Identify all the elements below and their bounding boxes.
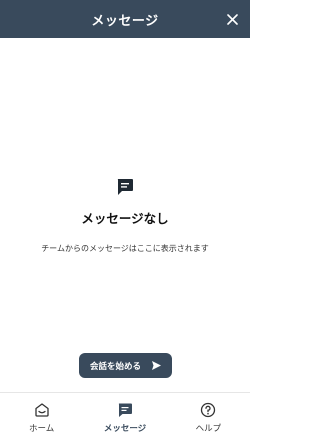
empty-state: メッセージなし チームからのメッセージはここに表示されます (0, 178, 250, 254)
start-conversation-label: 会話を始める (90, 361, 142, 372)
nav-label-messages: メッセージ (103, 424, 147, 434)
messages-icon (118, 403, 132, 417)
header-bar: メッセージ (0, 0, 250, 38)
chat-bubble-icon (117, 179, 133, 195)
nav-item-messages[interactable]: メッセージ (83, 393, 166, 439)
nav-label-help: ヘルプ (195, 424, 222, 434)
home-icon (35, 403, 49, 417)
empty-state-description: チームからのメッセージはここに表示されます (41, 244, 209, 253)
nav-label-home: ホーム (29, 424, 55, 434)
close-icon (226, 13, 238, 25)
send-icon (152, 361, 161, 370)
close-button[interactable] (224, 11, 240, 27)
start-conversation-button[interactable]: 会話を始める (79, 353, 172, 378)
empty-state-title: メッセージなし (81, 211, 169, 226)
page-title: メッセージ (91, 13, 159, 29)
nav-item-home[interactable]: ホーム (0, 393, 83, 439)
nav-item-help[interactable]: ヘルプ (167, 393, 250, 439)
help-icon (201, 402, 216, 418)
bottom-nav: ホーム メッセージ ヘルプ (0, 392, 250, 439)
